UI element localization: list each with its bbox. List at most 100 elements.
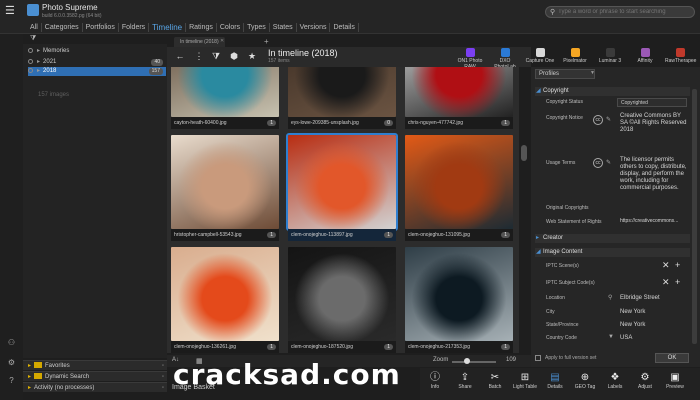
thumbnail[interactable]: clem-onojeghuo-187520.jpg 1 [288, 247, 399, 353]
people-icon[interactable]: ⚇ [7, 338, 16, 347]
plugin-luminar-3[interactable]: Luminar 3 [595, 48, 625, 64]
batch-button[interactable]: ✂ Batch [480, 372, 510, 390]
search-box[interactable]: ⚲ [545, 6, 695, 18]
filter-funnel-icon[interactable]: ⧩ [211, 51, 221, 61]
tree-item-memories[interactable]: ▸ Memories [28, 47, 166, 56]
web-statement-value[interactable]: https://creativecommons... [620, 218, 678, 225]
thumbnail[interactable]: hristopher-campbell-53543.jpg 1 [171, 135, 282, 241]
accordion-activity[interactable]: ▸ Activity (no processes) ▫ [23, 382, 167, 392]
edit-pen-icon[interactable]: ✎ [606, 116, 611, 123]
section-copyright[interactable]: ◢ Copyright [535, 87, 690, 96]
adjust-button[interactable]: ⚙ Adjust [630, 372, 660, 390]
add-tab-icon[interactable]: + [264, 37, 269, 46]
grid-scrollbar[interactable] [521, 145, 527, 161]
thumbnail[interactable]: clem-onojeghuo-131095.jpg 1 [405, 135, 516, 241]
tab-details[interactable]: Details [330, 23, 359, 32]
photo-thumbnail[interactable] [405, 135, 513, 229]
thumbnail[interactable]: chris-nguyen-477742.jpg 1 [405, 67, 516, 129]
star-icon[interactable]: ★ [247, 51, 257, 61]
country-value[interactable]: USA [620, 335, 632, 342]
creative-commons-icon[interactable]: cc [593, 115, 603, 125]
copyright-status-dropdown[interactable]: Copyrighted [617, 98, 687, 107]
settings-icon[interactable]: ⚙ [7, 358, 16, 367]
thumbnail[interactable]: clem-onojeghuo-113897.jpg 1 [286, 133, 399, 241]
photo-thumbnail[interactable] [288, 247, 396, 341]
preview-button[interactable]: ▣ Preview [660, 372, 690, 390]
tab-colors[interactable]: Colors [217, 23, 245, 32]
tab-categories[interactable]: Categories [42, 23, 83, 32]
plugin-capture-one[interactable]: Capture One [525, 48, 555, 64]
search-input[interactable] [558, 9, 689, 15]
expand-arrow-icon[interactable]: ▸ [37, 59, 40, 65]
photo-thumbnail[interactable] [405, 67, 513, 117]
photo-thumbnail[interactable] [171, 67, 279, 117]
share-button[interactable]: ⇪ Share [450, 372, 480, 390]
hamburger-menu-icon[interactable]: ☰ [5, 5, 17, 17]
clear-icon[interactable]: ✕ [662, 277, 670, 288]
more-icon[interactable]: ⋮ [194, 51, 204, 61]
accordion-dynamic[interactable]: ▸ Dynamic Search ▫ [23, 371, 167, 381]
add-icon[interactable]: + [675, 277, 680, 287]
edit-pen-icon[interactable]: ✎ [606, 159, 611, 166]
photo-thumbnail[interactable] [171, 247, 279, 341]
state-value[interactable]: New York [620, 322, 645, 329]
zoom-slider[interactable] [452, 361, 496, 363]
help-icon[interactable]: ? [7, 376, 16, 385]
tab-timeline[interactable]: Timeline [149, 23, 187, 32]
stack-icon[interactable]: ⬢ [229, 51, 239, 61]
tab-ratings[interactable]: Ratings [186, 23, 217, 32]
thumbnail[interactable]: eys-lowe-209385-unsplash.jpg 0 [288, 67, 399, 129]
radio-icon[interactable] [28, 58, 33, 64]
expand-arrow-icon[interactable]: ▸ [37, 68, 40, 74]
photo-thumbnail[interactable] [405, 247, 513, 341]
filter-icon[interactable]: ⧩ [30, 35, 36, 43]
photo-thumbnail[interactable] [286, 133, 398, 231]
thumbnail[interactable]: clem-onojeghuo-217353.jpg 1 [405, 247, 516, 353]
close-icon[interactable]: ▫ [162, 383, 164, 393]
panel-scrollbar[interactable] [692, 89, 697, 344]
accordion-favorites[interactable]: ▸ Favorites ▫ [23, 360, 167, 370]
tab-folders[interactable]: Folders [119, 23, 150, 32]
copyright-notice-value[interactable]: Creative Commons BY SA ©All Rights Reser… [620, 113, 690, 134]
ok-button[interactable]: OK [655, 353, 689, 363]
plugin-rawtherapee[interactable]: RawTherapee [665, 48, 696, 64]
clear-icon[interactable]: ✕ [662, 260, 670, 271]
profiles-dropdown[interactable]: Profiles [535, 69, 595, 79]
tab-states[interactable]: States [270, 23, 297, 32]
creative-commons-icon[interactable]: cc [593, 158, 603, 168]
plugin-pixelmator[interactable]: Pixelmator [560, 48, 590, 64]
photo-thumbnail[interactable] [288, 67, 396, 117]
tab-all[interactable]: All [27, 23, 42, 32]
labels-button[interactable]: ❖ Labels [600, 372, 630, 390]
details-button[interactable]: ▤ Details [540, 372, 570, 390]
tree-item-2018[interactable]: ▸ 2018 157 [28, 67, 166, 76]
close-icon[interactable]: ▫ [162, 372, 164, 382]
radio-icon[interactable] [28, 67, 33, 73]
thumbnail[interactable]: clem-onojeghuo-136261.jpg 1 [171, 247, 282, 353]
radio-icon[interactable] [28, 47, 33, 53]
city-value[interactable]: New York [620, 309, 645, 316]
tree-item-2021[interactable]: ▸ 2021 40 [28, 58, 166, 67]
usage-terms-value[interactable]: The licensor permits others to copy, dis… [620, 157, 690, 192]
section-image-content[interactable]: ◢ Image Content [535, 248, 690, 257]
breadcrumb-tab[interactable]: In timeline (2018) [174, 37, 225, 47]
location-value[interactable]: Elbridge Street [620, 295, 660, 302]
close-icon[interactable]: ▫ [162, 361, 164, 371]
plugin-affinity[interactable]: Affinity [630, 48, 660, 64]
apply-checkbox[interactable] [535, 355, 541, 361]
thumbnail[interactable]: cayton-heath-60400.jpg 1 [171, 67, 282, 129]
info-button[interactable]: ⓘ Info [420, 372, 450, 390]
close-tab-icon[interactable]: ✕ [220, 38, 224, 44]
section-creator[interactable]: ▸ Creator [535, 234, 690, 243]
expand-arrow-icon[interactable]: ▸ [37, 48, 40, 54]
add-icon[interactable]: + [675, 260, 680, 270]
geo-tag-button[interactable]: ⊕ GEO Tag [570, 372, 600, 390]
light-table-button[interactable]: ⊞ Light Table [510, 372, 540, 390]
photo-thumbnail[interactable] [171, 135, 279, 229]
tab-types[interactable]: Types [244, 23, 270, 32]
location-pin-icon[interactable]: ⚲ [608, 294, 612, 301]
country-picker-icon[interactable]: ▼ [608, 334, 614, 340]
back-arrow-icon[interactable]: ← [175, 51, 185, 61]
tab-versions[interactable]: Versions [297, 23, 331, 32]
tab-portfolios[interactable]: Portfolios [83, 23, 119, 32]
